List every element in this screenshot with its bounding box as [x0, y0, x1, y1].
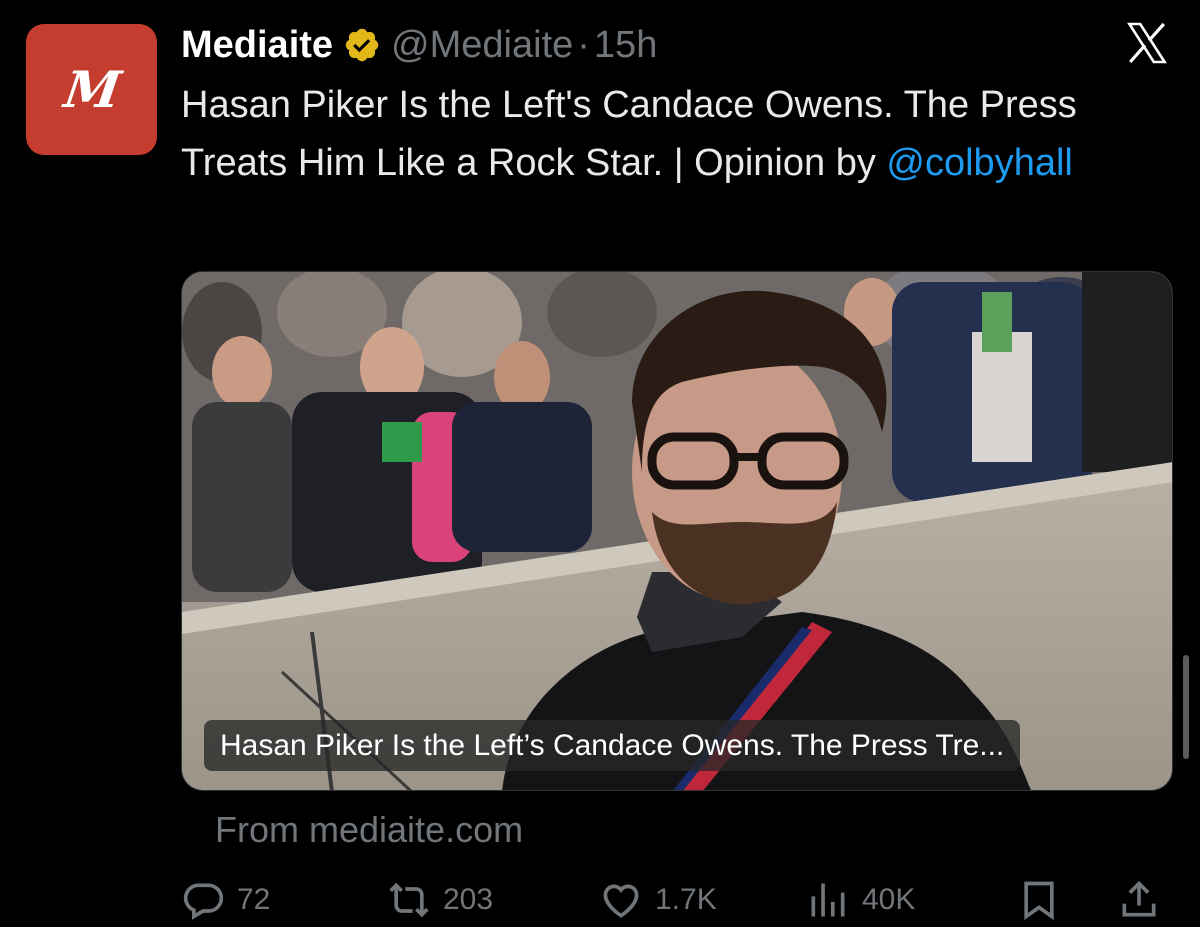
- heart-icon: [603, 884, 639, 918]
- mention-link[interactable]: @colbyhall: [886, 142, 1072, 184]
- card-image[interactable]: [182, 272, 1173, 791]
- link-card[interactable]: Hasan Piker Is the Left’s Candace Owens.…: [181, 271, 1173, 791]
- action-bar: 72 203 1.7K 40K: [181, 873, 1173, 927]
- bookmark-icon: [1024, 881, 1054, 921]
- share-button[interactable]: [1117, 873, 1161, 927]
- tweet-text: Hasan Piker Is the Left's Candace Owens.…: [181, 76, 1141, 192]
- scrollbar[interactable]: [1183, 655, 1189, 759]
- card-title[interactable]: Hasan Piker Is the Left’s Candace Owens.…: [204, 720, 1021, 771]
- timestamp[interactable]: 15h: [594, 22, 657, 68]
- share-icon: [1122, 880, 1156, 917]
- separator-dot: ·: [577, 24, 590, 66]
- x-logo-icon[interactable]: [1122, 19, 1172, 67]
- avatar[interactable]: M: [26, 24, 157, 155]
- repost-icon: [389, 882, 429, 918]
- reply-count: 72: [237, 883, 271, 916]
- analytics-icon: [811, 883, 845, 917]
- reply-button[interactable]: 72: [181, 873, 270, 927]
- like-button[interactable]: 1.7K: [599, 873, 717, 927]
- reply-icon: [183, 883, 224, 920]
- like-count: 1.7K: [655, 883, 717, 916]
- avatar-letter: M: [60, 60, 123, 119]
- repost-button[interactable]: 203: [387, 873, 493, 927]
- tweet: M Mediaite @Mediaite · 15h Hasan Piker I…: [0, 0, 1200, 927]
- repost-count: 203: [443, 883, 494, 916]
- verified-badge-icon[interactable]: [343, 26, 381, 64]
- card-source[interactable]: From mediaite.com: [215, 808, 523, 852]
- display-name[interactable]: Mediaite: [181, 22, 333, 68]
- tweet-header: Mediaite @Mediaite · 15h: [181, 22, 657, 68]
- views-button[interactable]: 40K: [806, 873, 915, 927]
- handle[interactable]: @Mediaite: [391, 22, 573, 68]
- bookmark-button[interactable]: [1017, 873, 1061, 927]
- view-count: 40K: [862, 883, 916, 916]
